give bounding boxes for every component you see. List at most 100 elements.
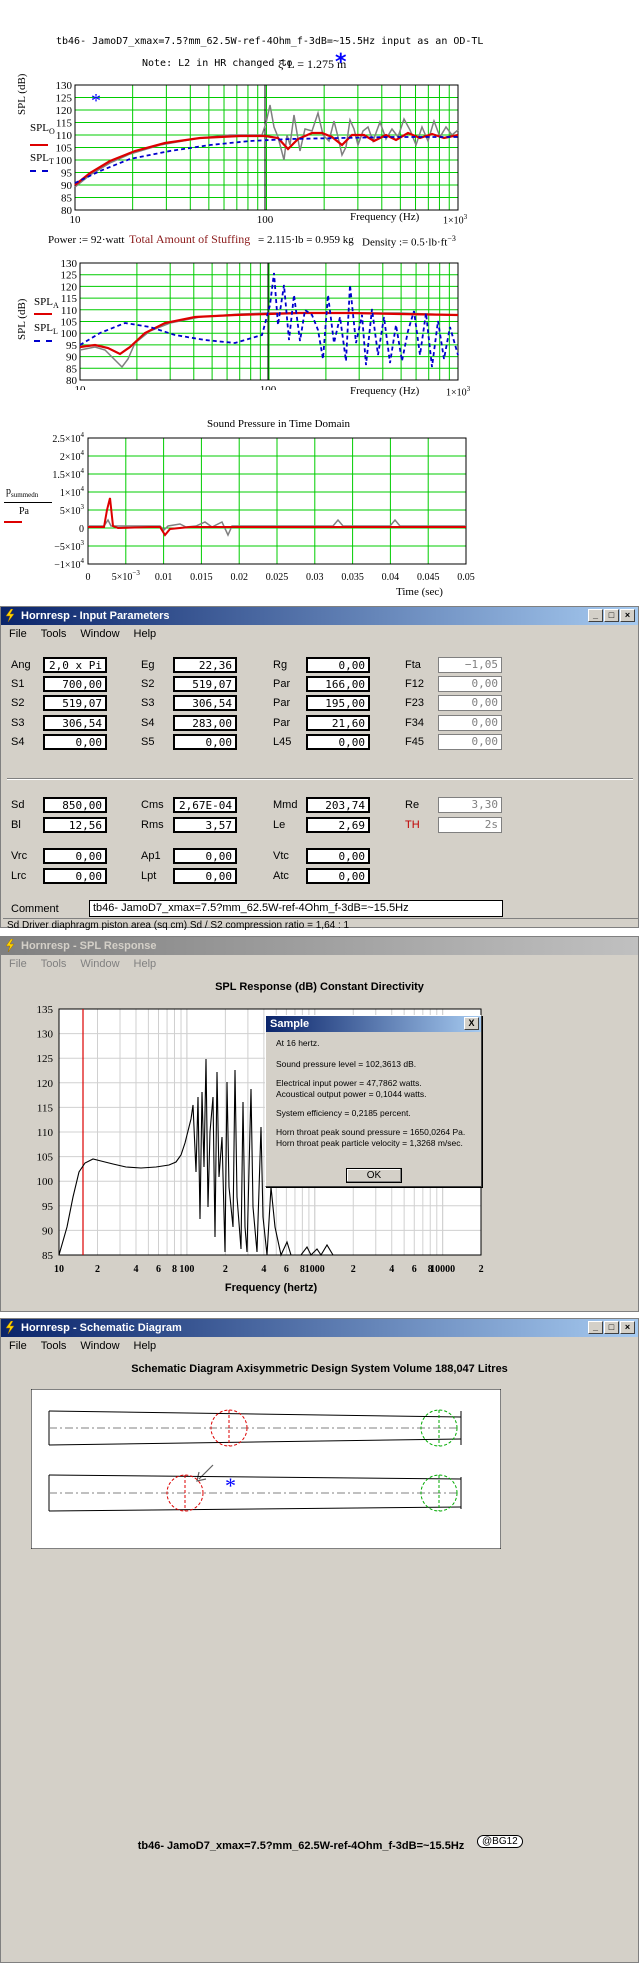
param-field-s2[interactable]: 519,07 xyxy=(43,695,107,712)
dialog-close-button[interactable]: X xyxy=(464,1017,479,1030)
param-field-f23[interactable]: 0,00 xyxy=(438,695,502,712)
sample-line-input-power: Electrical input power = 47,7862 watts. xyxy=(276,1078,422,1088)
asterisk-marker-1: * xyxy=(335,50,347,75)
menu-help-2[interactable]: Help xyxy=(134,958,157,970)
param-field-par[interactable]: 166,00 xyxy=(306,676,370,693)
plot3-ytick: −1×104 xyxy=(54,557,84,571)
param-field-le[interactable]: 2,69 xyxy=(306,816,370,833)
menu-window[interactable]: Window xyxy=(80,628,119,640)
param-field-rms[interactable]: 3,57 xyxy=(173,816,237,833)
param-field-th[interactable]: 2s xyxy=(438,816,502,833)
param-field-ang[interactable]: 2,0 x Pi xyxy=(43,657,107,673)
spl-ytick: 90 xyxy=(42,1225,54,1237)
density-text: Density := 0.5·lb·ft xyxy=(362,236,448,249)
param-field-par[interactable]: 21,60 xyxy=(306,714,370,731)
spl-ytick: 100 xyxy=(37,1176,54,1188)
spl-ytick: 85 xyxy=(42,1250,54,1262)
menu-file-2[interactable]: File xyxy=(9,958,27,970)
params-divider xyxy=(7,778,633,780)
comment-label: Comment xyxy=(11,903,59,915)
minimize-button[interactable]: _ xyxy=(588,609,603,622)
menu-tools[interactable]: Tools xyxy=(41,628,67,640)
param-field-f45[interactable]: 0,00 xyxy=(438,733,502,750)
param-field-s1[interactable]: 700,00 xyxy=(43,676,107,693)
param-field-s5[interactable]: 0,00 xyxy=(173,733,237,750)
plot1-ylabel: SPL (dB) xyxy=(16,73,28,115)
close-button[interactable]: × xyxy=(620,609,635,622)
input-window-title: Hornresp - Input Parameters xyxy=(21,610,170,622)
param-field-s4[interactable]: 283,00 xyxy=(173,714,237,731)
param-field-bl[interactable]: 12,56 xyxy=(43,816,107,833)
param-label-s3: S3 xyxy=(141,697,155,710)
plot3-ytick: −5×103 xyxy=(54,539,84,553)
param-label-vrc: Vrc xyxy=(11,850,28,862)
plot2-ytick: 90 xyxy=(66,352,78,364)
menu-file[interactable]: File xyxy=(9,628,27,640)
param-label-s2: S2 xyxy=(141,678,155,691)
param-field-f34[interactable]: 0,00 xyxy=(438,714,502,731)
plot2-xlast: 1×103 xyxy=(446,385,470,398)
param-field-ap1[interactable]: 0,00 xyxy=(173,848,237,864)
param-label-f34: F34 xyxy=(405,716,424,729)
plot2-legend1: SPLA xyxy=(34,296,59,310)
menu-window-2[interactable]: Window xyxy=(80,958,119,970)
param-field-vrc[interactable]: 0,00 xyxy=(43,848,107,864)
plot3-xtick: 0.03 xyxy=(306,572,324,583)
param-field-l45[interactable]: 0,00 xyxy=(306,733,370,750)
spl-xlabel: Frequency (hertz) xyxy=(224,1282,318,1294)
plot2-ytick: 120 xyxy=(61,281,78,293)
param-field-lrc[interactable]: 0,00 xyxy=(43,867,107,884)
plot3-ylabel-den: Pa xyxy=(19,506,29,517)
menu-help[interactable]: Help xyxy=(134,628,157,640)
param-field-s2[interactable]: 519,07 xyxy=(173,676,237,693)
param-field-cms[interactable]: 2,67E-04 xyxy=(173,797,237,813)
spl-ytick: 115 xyxy=(37,1102,54,1114)
plot3-xtick: 0 xyxy=(86,572,91,583)
param-label-lrc: Lrc xyxy=(11,869,27,882)
plot3-xtick: 0.05 xyxy=(457,572,475,583)
plot2-grid xyxy=(79,262,459,381)
param-field-mmd[interactable]: 203,74 xyxy=(306,797,370,813)
param-label-s4: S4 xyxy=(11,735,25,748)
menu-tools-3[interactable]: Tools xyxy=(41,1340,67,1352)
maximize-button[interactable]: □ xyxy=(604,609,619,622)
param-field-rg[interactable]: 0,00 xyxy=(306,657,370,673)
param-label-s3: S3 xyxy=(11,716,25,729)
param-field-re[interactable]: 3,30 xyxy=(438,797,502,813)
menu-help-3[interactable]: Help xyxy=(134,1340,157,1352)
comment-field[interactable]: tb46- JamoD7_xmax=7.5?mm_62.5W-ref-4Ohm_… xyxy=(89,900,503,917)
close-button-3[interactable]: × xyxy=(620,1321,635,1334)
spl-ytick: 125 xyxy=(37,1053,54,1065)
param-field-sd[interactable]: 850,00 xyxy=(43,797,107,813)
plot1-title: tb46- JamoD7_xmax=7.5?mm_62.5W-ref-4Ohm_… xyxy=(56,36,484,47)
sample-line-throat-pressure: Horn throat peak sound pressure = 1650,0… xyxy=(276,1127,466,1137)
maximize-button-3[interactable]: □ xyxy=(604,1321,619,1334)
param-field-s3[interactable]: 306,54 xyxy=(43,714,107,731)
param-field-lpt[interactable]: 0,00 xyxy=(173,867,237,884)
param-field-fta[interactable]: −1,05 xyxy=(438,657,502,673)
param-field-s4[interactable]: 0,00 xyxy=(43,733,107,750)
hornresp-logo-icon-2 xyxy=(5,939,15,952)
param-field-par[interactable]: 195,00 xyxy=(306,695,370,712)
legend2-sub: T xyxy=(48,157,54,167)
plot1-xlast: 1×103 xyxy=(443,213,467,226)
plot2-xtick: 10 xyxy=(75,384,87,390)
param-label-atc: Atc xyxy=(273,869,289,882)
plot3-legend-swatch xyxy=(4,521,22,523)
ok-button[interactable]: OK xyxy=(346,1168,402,1183)
plot1-ytick: 95 xyxy=(61,168,73,180)
param-label-re: Re xyxy=(405,799,420,811)
param-field-vtc[interactable]: 0,00 xyxy=(306,848,370,864)
param-field-eg[interactable]: 22,36 xyxy=(173,657,237,673)
menu-tools-2[interactable]: Tools xyxy=(41,958,67,970)
param-field-atc[interactable]: 0,00 xyxy=(306,867,370,884)
param-label-par: Par xyxy=(273,716,291,729)
minimize-button-3[interactable]: _ xyxy=(588,1321,603,1334)
param-field-s3[interactable]: 306,54 xyxy=(173,695,237,712)
menu-window-3[interactable]: Window xyxy=(80,1340,119,1352)
param-field-f12[interactable]: 0,00 xyxy=(438,676,502,693)
spl-window-title: Hornresp - SPL Response xyxy=(21,940,157,952)
plot3-ytick: 2×104 xyxy=(60,449,85,463)
menu-file-3[interactable]: File xyxy=(9,1340,27,1352)
plot1-note: Note: L2 in HR changed to xyxy=(142,58,293,69)
